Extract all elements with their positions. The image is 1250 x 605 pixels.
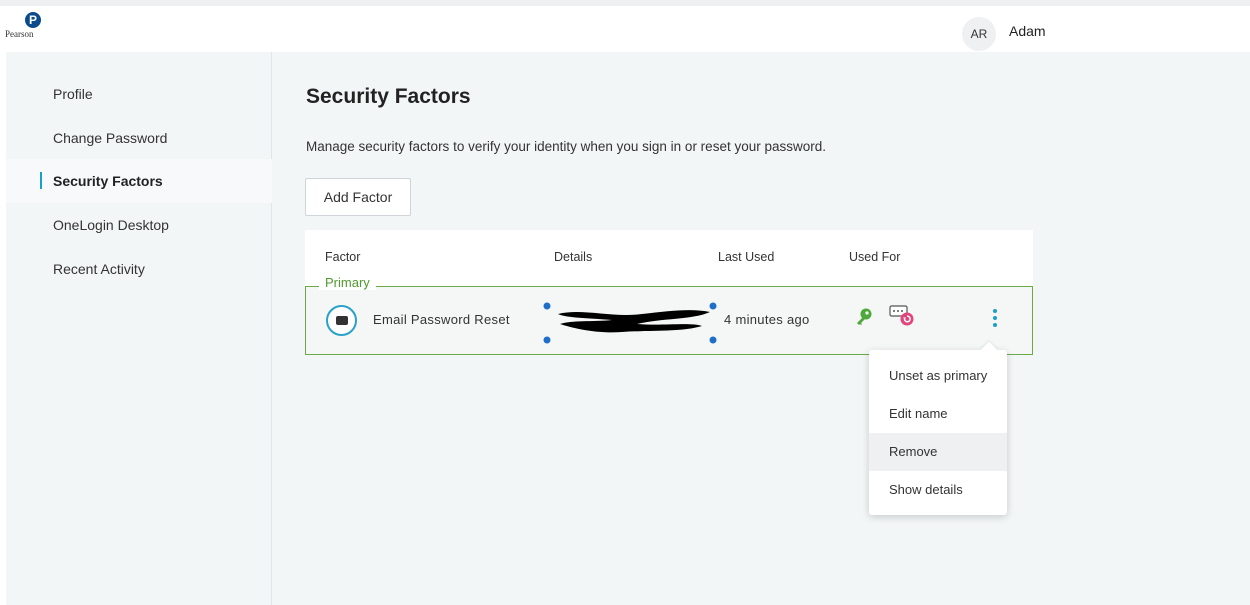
pearson-logo-mark: P xyxy=(25,12,41,28)
menu-item-remove[interactable]: Remove xyxy=(869,433,1007,471)
main-content: Security Factors Manage security factors… xyxy=(272,52,1250,605)
page-body: Profile Change Password Security Factors… xyxy=(6,52,1250,605)
sidebar-item-security-factors[interactable]: Security Factors xyxy=(6,159,272,203)
sidebar-item-profile[interactable]: Profile xyxy=(6,72,272,116)
user-avatar[interactable]: AR xyxy=(962,17,996,51)
menu-item-show-details[interactable]: Show details xyxy=(869,471,1007,509)
add-factor-button[interactable]: Add Factor xyxy=(305,178,411,216)
column-header-last-used: Last Used xyxy=(718,250,775,264)
last-used-value: 4 minutes ago xyxy=(724,312,810,327)
menu-item-unset-primary[interactable]: Unset as primary xyxy=(869,357,1007,395)
sidebar: Profile Change Password Security Factors… xyxy=(6,52,272,605)
table-row[interactable]: Email Password Reset 4 minutes ago xyxy=(305,286,1033,355)
column-header-factor: Factor xyxy=(325,250,361,264)
envelope-icon xyxy=(326,305,357,336)
sidebar-item-onelogin-desktop[interactable]: OneLogin Desktop xyxy=(6,203,272,247)
key-icon xyxy=(857,308,872,325)
user-name[interactable]: Adam xyxy=(1009,23,1046,39)
pearson-logo-text: Pearson xyxy=(5,29,34,39)
primary-group-label: Primary xyxy=(319,275,376,290)
sidebar-item-recent-activity[interactable]: Recent Activity xyxy=(6,247,272,291)
row-actions-kebab-icon[interactable] xyxy=(989,307,1001,331)
row-actions-menu: Unset as primary Edit name Remove Show d… xyxy=(869,341,1007,515)
column-header-details: Details xyxy=(554,250,593,264)
redacted-details-scribble xyxy=(543,302,717,344)
pearson-logo[interactable]: P Pearson xyxy=(5,12,57,52)
top-bar: P Pearson AR Adam xyxy=(0,0,1250,52)
password-reset-icon xyxy=(889,305,914,326)
page-description: Manage security factors to verify your i… xyxy=(306,139,826,154)
factor-name: Email Password Reset xyxy=(373,312,510,327)
column-header-used-for: Used For xyxy=(849,250,901,264)
sidebar-item-change-password[interactable]: Change Password xyxy=(6,116,272,160)
factors-table: Factor Details Last Used Used For Email … xyxy=(305,230,1033,355)
menu-item-edit-name[interactable]: Edit name xyxy=(869,395,1007,433)
page-title: Security Factors xyxy=(306,85,471,108)
